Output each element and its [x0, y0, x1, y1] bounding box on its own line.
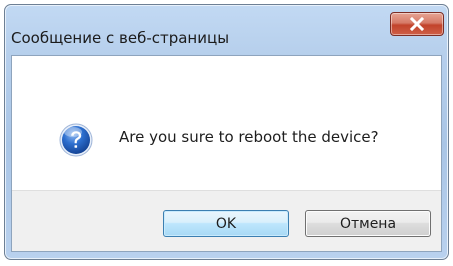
dialog-message: Are you sure to reboot the device?: [119, 128, 379, 146]
dialog-title: Сообщение с веб-страницы: [11, 29, 230, 47]
message-area: Are you sure to reboot the device?: [12, 56, 441, 190]
dialog-content: Are you sure to reboot the device? OK От…: [11, 55, 442, 252]
dialog-title-bar[interactable]: Сообщение с веб-страницы: [5, 5, 448, 47]
ok-button[interactable]: OK: [163, 210, 289, 237]
close-icon: [409, 17, 425, 31]
button-area: OK Отмена: [12, 190, 441, 251]
close-button[interactable]: [390, 12, 444, 36]
question-icon: [59, 123, 93, 157]
cancel-button[interactable]: Отмена: [305, 210, 431, 237]
message-dialog: Сообщение с веб-страницы Are you sure to…: [4, 4, 449, 260]
